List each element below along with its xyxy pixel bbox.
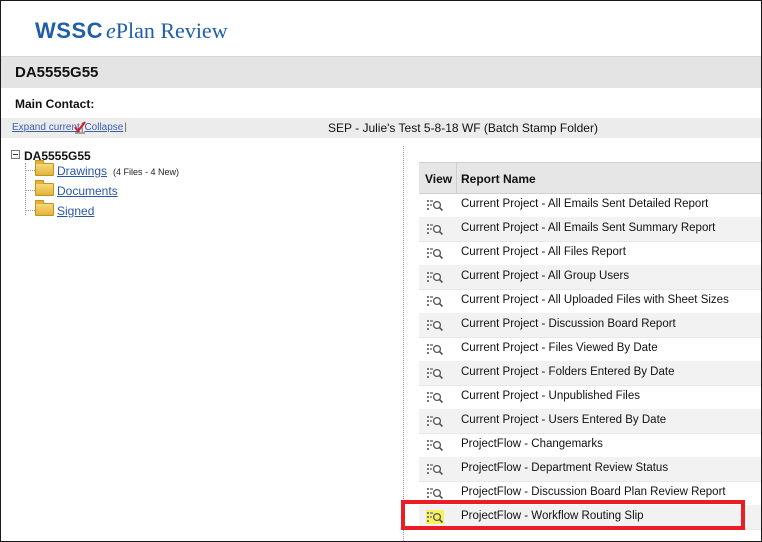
report-name[interactable]: Current Project - All Group Users	[461, 270, 759, 282]
reports-table-header: View Report Name	[419, 162, 761, 194]
column-separator	[456, 163, 457, 193]
folder-icon	[35, 180, 54, 196]
tree-node-drawings[interactable]: Drawings (4 Files - 4 New)	[25, 160, 180, 178]
report-name[interactable]: Current Project - Discussion Board Repor…	[461, 318, 759, 330]
report-view-icon[interactable]	[426, 246, 444, 260]
table-row[interactable]: Current Project - All Files Report	[419, 241, 761, 266]
column-header-report-name[interactable]: Report Name	[461, 172, 536, 186]
tree-branch	[25, 210, 35, 211]
table-row[interactable]: Current Project - All Emails Sent Summar…	[419, 217, 761, 242]
table-row[interactable]: Current Project - Users Entered By Date	[419, 409, 761, 434]
collapse-toggle-icon[interactable]	[11, 150, 20, 159]
column-header-view[interactable]: View	[425, 172, 452, 186]
tree-node-link[interactable]: Documents	[57, 184, 118, 198]
report-view-icon[interactable]	[426, 318, 444, 332]
folder-icon	[35, 160, 54, 176]
tree-branch	[25, 190, 35, 191]
table-row[interactable]: Current Project - Discussion Board Repor…	[419, 313, 761, 338]
highlight-box	[401, 500, 745, 530]
report-view-icon[interactable]	[426, 342, 444, 356]
report-view-icon[interactable]	[426, 270, 444, 284]
project-id: DA5555G55	[15, 64, 99, 81]
project-title-bar: DA5555G55	[1, 57, 761, 88]
report-name[interactable]: Current Project - All Emails Sent Detail…	[461, 198, 759, 210]
logo-e: e	[106, 18, 116, 43]
report-view-icon[interactable]	[426, 366, 444, 380]
table-row[interactable]: Current Project - Folders Entered By Dat…	[419, 361, 761, 386]
report-view-icon[interactable]	[426, 438, 444, 452]
table-row[interactable]: Current Project - All Group Users	[419, 265, 761, 290]
panel-divider[interactable]	[403, 146, 404, 541]
link-separator: |	[124, 122, 127, 133]
report-view-icon[interactable]	[426, 198, 444, 212]
expand-current-link[interactable]: Expand current	[12, 122, 80, 133]
tree-toolbar: Expand current|Collapse| SEP - Julie's T…	[1, 118, 761, 138]
table-row[interactable]: Current Project - Unpublished Files	[419, 385, 761, 410]
report-name[interactable]: ProjectFlow - Discussion Board Plan Revi…	[461, 486, 759, 498]
report-name[interactable]: Current Project - All Emails Sent Summar…	[461, 222, 759, 234]
check-icon[interactable]	[73, 120, 87, 134]
report-name[interactable]: Current Project - Users Entered By Date	[461, 414, 759, 426]
report-name[interactable]: Current Project - Files Viewed By Date	[461, 342, 759, 354]
logo-product: Plan Review	[115, 18, 228, 43]
tree-node-link[interactable]: Signed	[57, 204, 94, 218]
report-view-icon[interactable]	[426, 486, 444, 500]
tree-root[interactable]: DA5555G55	[11, 149, 91, 163]
report-name[interactable]: Current Project - Folders Entered By Dat…	[461, 366, 759, 378]
tree-node-link[interactable]: Drawings	[57, 164, 107, 178]
app-window: WSSC ePlan Review DA5555G55 Main Contact:…	[0, 0, 762, 542]
report-name[interactable]: Current Project - All Files Report	[461, 246, 759, 258]
report-name[interactable]: Current Project - All Uploaded Files wit…	[461, 294, 759, 306]
report-name[interactable]: ProjectFlow - Changemarks	[461, 438, 759, 450]
table-row[interactable]: ProjectFlow - Changemarks	[419, 433, 761, 458]
table-row[interactable]: Current Project - All Emails Sent Detail…	[419, 193, 761, 218]
current-folder-title: SEP - Julie's Test 5-8-18 WF (Batch Stam…	[328, 121, 598, 135]
report-view-icon[interactable]	[426, 462, 444, 476]
collapse-link[interactable]: Collapse	[84, 122, 123, 133]
report-view-icon[interactable]	[426, 390, 444, 404]
file-count: (4 Files - 4 New)	[113, 167, 180, 177]
report-view-icon[interactable]	[426, 414, 444, 428]
table-row[interactable]: Current Project - Files Viewed By Date	[419, 337, 761, 362]
report-view-icon[interactable]	[426, 222, 444, 236]
logo-brand: WSSC	[35, 18, 103, 43]
report-view-icon[interactable]	[426, 294, 444, 308]
report-name[interactable]: Current Project - Unpublished Files	[461, 390, 759, 402]
tree-node-documents[interactable]: Documents	[25, 180, 118, 198]
tree-root-label: DA5555G55	[24, 149, 91, 163]
app-header: WSSC ePlan Review	[1, 1, 761, 57]
report-name[interactable]: ProjectFlow - Department Review Status	[461, 462, 759, 474]
main-contact-label: Main Contact:	[15, 97, 95, 111]
tree-links: Expand current|Collapse|	[12, 122, 128, 133]
table-row[interactable]: Current Project - All Uploaded Files wit…	[419, 289, 761, 314]
table-row[interactable]: ProjectFlow - Department Review Status	[419, 457, 761, 482]
folder-icon	[35, 200, 54, 216]
tree-node-signed[interactable]: Signed	[25, 200, 94, 218]
tree-branch	[25, 170, 35, 171]
app-logo: WSSC ePlan Review	[35, 18, 228, 44]
